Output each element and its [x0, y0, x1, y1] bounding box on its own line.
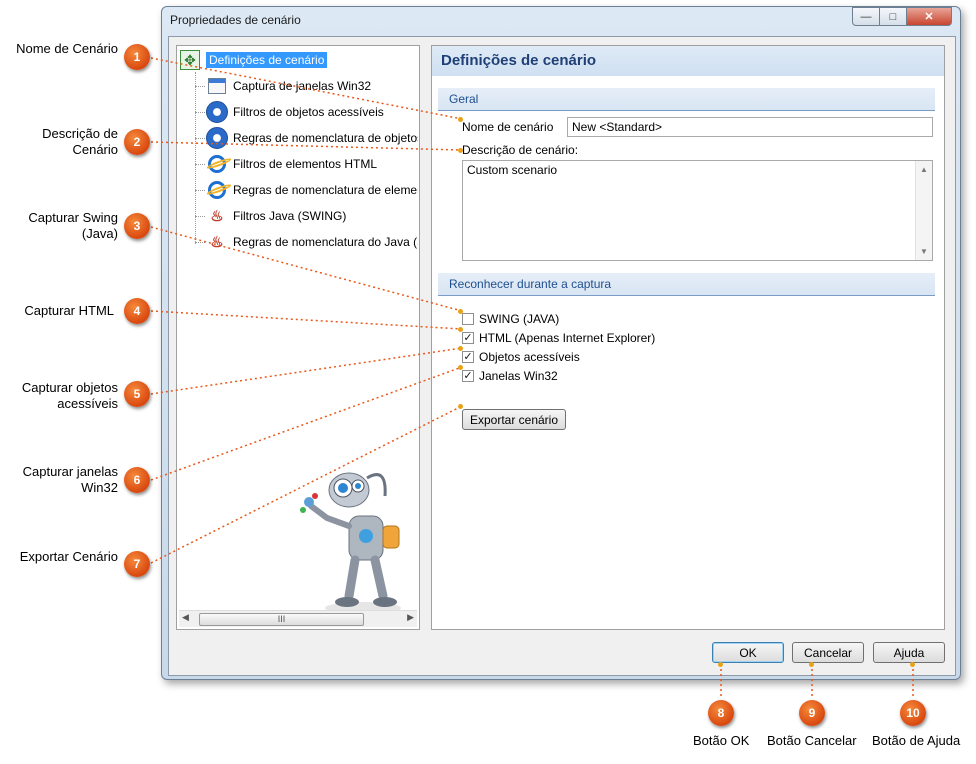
callout-marker-7: 7	[124, 551, 150, 577]
callout-label-export-scenario: Exportar Cenário	[19, 549, 118, 564]
callout-connectors	[150, 57, 914, 697]
callout-anchor	[910, 662, 915, 667]
callout-label-help-button: Botão de Ajuda	[872, 733, 961, 748]
callout-marker-10: 10	[900, 700, 926, 726]
callout-marker-5: 5	[124, 381, 150, 407]
callout-anchor	[458, 309, 463, 314]
callout-label-ok-button: Botão OK	[693, 733, 750, 748]
callout-anchor	[458, 365, 463, 370]
callout-label-cancel-button: Botão Cancelar	[767, 733, 857, 748]
callout-anchor	[458, 346, 463, 351]
callout-anchor	[809, 662, 814, 667]
callout-anchor	[458, 327, 463, 332]
callout-anchor	[458, 148, 463, 153]
callout-label-scenario-name: Nome de Cenário	[16, 41, 118, 56]
callout-label-capture-accessible-objects: Capturar objetos acessíveis	[21, 380, 118, 411]
callout-marker-8: 8	[708, 700, 734, 726]
callout-label-capture-swing: Capturar Swing (Java)	[28, 210, 118, 241]
callout-marker-2: 2	[124, 129, 150, 155]
callout-marker-3: 3	[124, 213, 150, 239]
callout-marker-4: 4	[124, 298, 150, 324]
callout-label-scenario-description: Descrição de Cenário	[42, 126, 118, 157]
callout-anchor	[718, 662, 723, 667]
callout-marker-1: 1	[124, 44, 150, 70]
callout-marker-6: 6	[124, 467, 150, 493]
callout-anchor	[458, 404, 463, 409]
callout-anchor	[458, 117, 463, 122]
callout-marker-9: 9	[799, 700, 825, 726]
callout-label-capture-html: Capturar HTML	[24, 303, 114, 318]
callout-label-capture-win32: Capturar janelas Win32	[22, 464, 118, 495]
